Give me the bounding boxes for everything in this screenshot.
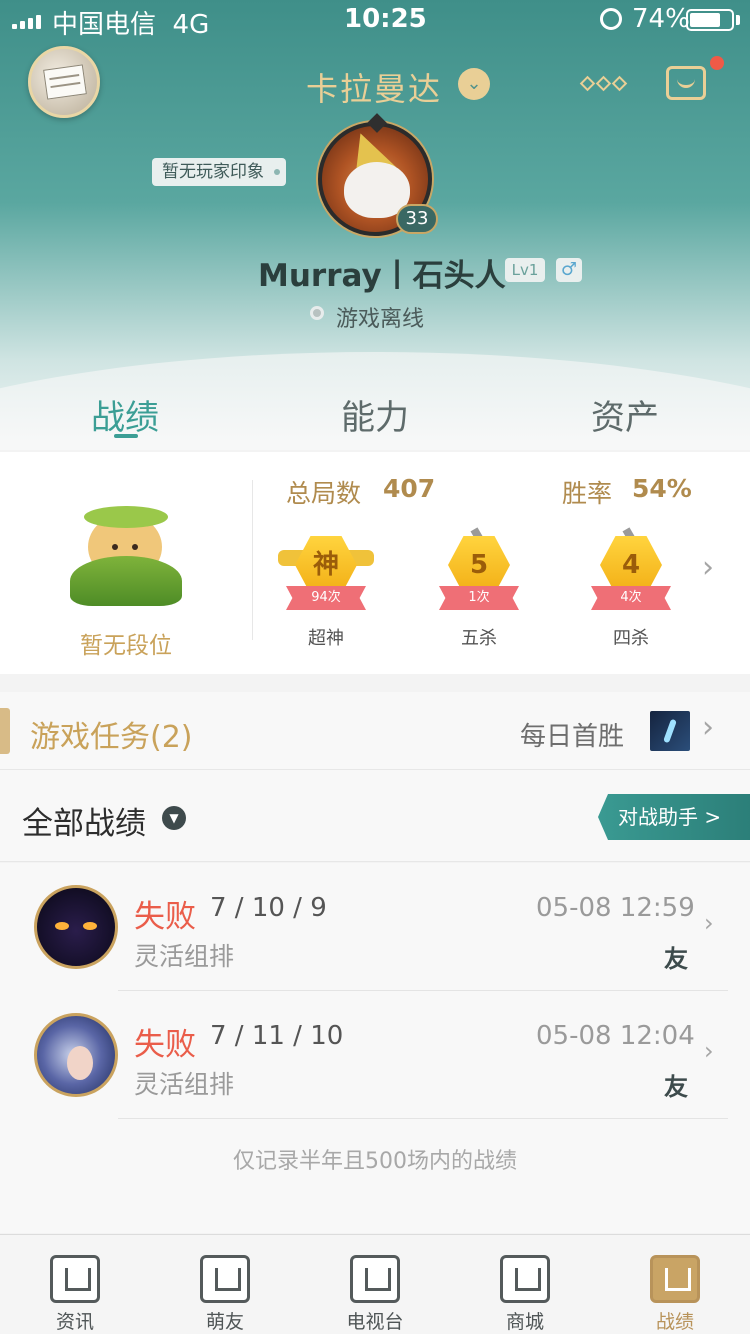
chevron-right-icon: › xyxy=(704,1037,714,1065)
player-impression-tag[interactable]: 暂无玩家印象 xyxy=(152,158,286,186)
account-level-badge: Lv1 xyxy=(505,258,545,282)
notification-dot xyxy=(710,56,724,70)
nav-friends[interactable]: 萌友 xyxy=(150,1235,300,1334)
battery-percent: 74% xyxy=(632,4,690,34)
carrier-label: 中国电信 4G xyxy=(52,10,210,40)
bottom-navigation: 资讯 萌友 电视台 商城 战绩 xyxy=(0,1234,750,1334)
medal-count: 4次 xyxy=(591,586,671,610)
battle-assistant-button[interactable]: 对战助手 > xyxy=(598,794,750,840)
gender-icon: ♂ xyxy=(556,258,582,282)
nav-label: 战绩 xyxy=(655,1311,694,1333)
more-options-icon[interactable] xyxy=(579,75,628,92)
all-matches-filter[interactable]: 全部战绩 xyxy=(22,798,146,843)
nav-tv[interactable]: 电视台 xyxy=(300,1235,450,1334)
clock: 10:25 xyxy=(344,4,427,34)
total-games-value: 407 xyxy=(383,474,436,503)
chevron-right-icon[interactable]: › xyxy=(702,550,714,585)
records-limit-note: 仅记录半年且500场内的战绩 xyxy=(233,1149,517,1174)
match-mode: 灵活组排 xyxy=(134,1070,235,1099)
nav-label: 资讯 xyxy=(55,1311,94,1333)
nav-shop[interactable]: 商城 xyxy=(450,1235,600,1334)
quadrakill-medal-icon: 4 xyxy=(600,536,662,594)
shop-icon xyxy=(500,1255,550,1303)
match-list: 失败 7 / 10 / 9 05-08 12:59 灵活组排 友 › 失败 7 … xyxy=(0,863,750,1233)
match-kda: 7 / 10 / 9 xyxy=(210,893,327,923)
nav-records[interactable]: 战绩 xyxy=(600,1235,750,1334)
active-tab-indicator xyxy=(114,434,138,438)
nav-label: 电视台 xyxy=(346,1311,404,1333)
user-avatar[interactable] xyxy=(28,46,100,118)
profile-tabs: 战绩 能力 资产 xyxy=(0,380,750,450)
alarm-icon xyxy=(600,8,622,30)
medal-count: 1次 xyxy=(439,586,519,610)
battery-icon xyxy=(686,9,734,31)
medal-legendary: 神 94次 超神 xyxy=(276,528,376,649)
match-time: 05-08 12:59 xyxy=(536,893,695,923)
server-name[interactable]: 卡拉曼达 xyxy=(306,64,442,110)
friends-icon xyxy=(200,1255,250,1303)
match-mode: 灵活组排 xyxy=(134,942,235,971)
match-row[interactable]: 失败 7 / 11 / 10 05-08 12:04 灵活组排 友 › xyxy=(0,991,750,1119)
chat-icon[interactable] xyxy=(666,66,706,100)
offline-status-dot xyxy=(310,306,324,320)
chevron-down-icon[interactable]: ⌄ xyxy=(458,68,490,100)
nav-news[interactable]: 资讯 xyxy=(0,1235,150,1334)
profile-header: 中国电信 4G 10:25 74% 卡拉曼达 ⌄ 暂无玩家印象 33 Murra… xyxy=(0,0,750,450)
tab-assets[interactable]: 资产 xyxy=(500,390,750,439)
match-result: 失败 xyxy=(134,899,196,935)
match-result: 失败 xyxy=(134,1027,196,1063)
rank-emblem-icon xyxy=(66,496,186,616)
missions-title: 游戏任务(2) xyxy=(30,720,193,755)
stats-card[interactable]: 暂无段位 总局数 407 胜率 54% 神 94次 超神 5 1次 五杀 4 4… xyxy=(0,452,750,674)
medal-pentakill: 5 1次 五杀 xyxy=(429,527,529,649)
divider xyxy=(252,480,253,640)
champion-avatar xyxy=(34,885,118,969)
pentakill-medal-icon: 5 xyxy=(448,536,510,594)
match-time: 05-08 12:04 xyxy=(536,1021,695,1051)
game-missions-row[interactable]: 游戏任务(2) 每日首胜 › xyxy=(0,692,750,770)
chevron-right-icon[interactable]: › xyxy=(702,710,714,745)
friend-tag: 友 xyxy=(664,945,688,973)
news-icon xyxy=(50,1255,100,1303)
player-name: Murray丨石头人 xyxy=(258,258,506,294)
record-icon xyxy=(650,1255,700,1303)
nav-label: 商城 xyxy=(505,1311,544,1333)
medal-label: 四杀 xyxy=(613,628,649,649)
tab-ability[interactable]: 能力 xyxy=(250,390,500,439)
status-bar: 中国电信 4G 10:25 74% xyxy=(0,0,750,40)
tab-records[interactable]: 战绩 xyxy=(0,390,250,439)
summoner-level-badge: 33 xyxy=(396,204,438,234)
tv-icon xyxy=(350,1255,400,1303)
online-status: 游戏离线 xyxy=(336,307,425,332)
champion-avatar xyxy=(34,1013,118,1097)
divider xyxy=(118,1118,728,1119)
total-games-label: 总局数 xyxy=(286,479,362,508)
medal-label: 超神 xyxy=(308,628,344,649)
match-kda: 7 / 11 / 10 xyxy=(210,1021,344,1051)
win-rate-label: 胜率 xyxy=(562,479,613,508)
chevron-right-icon: › xyxy=(704,909,714,937)
legendary-medal-icon: 神 xyxy=(295,536,357,594)
signal-icon xyxy=(12,13,46,29)
match-row[interactable]: 失败 7 / 10 / 9 05-08 12:59 灵活组排 友 › xyxy=(0,863,750,991)
medal-count: 94次 xyxy=(286,586,366,610)
chevron-down-icon[interactable]: ▼ xyxy=(162,806,186,830)
friend-tag: 友 xyxy=(664,1073,688,1101)
medal-quadrakill: 4 4次 四杀 xyxy=(581,527,681,649)
section-accent xyxy=(0,708,10,754)
nav-label: 萌友 xyxy=(205,1311,244,1333)
all-matches-header: 全部战绩 ▼ 对战助手 > xyxy=(0,770,750,862)
daily-win-icon xyxy=(650,711,690,751)
rank-label: 暂无段位 xyxy=(80,633,172,659)
daily-first-win-label: 每日首胜 xyxy=(520,722,625,752)
medal-label: 五杀 xyxy=(461,628,497,649)
win-rate-value: 54% xyxy=(632,474,692,503)
